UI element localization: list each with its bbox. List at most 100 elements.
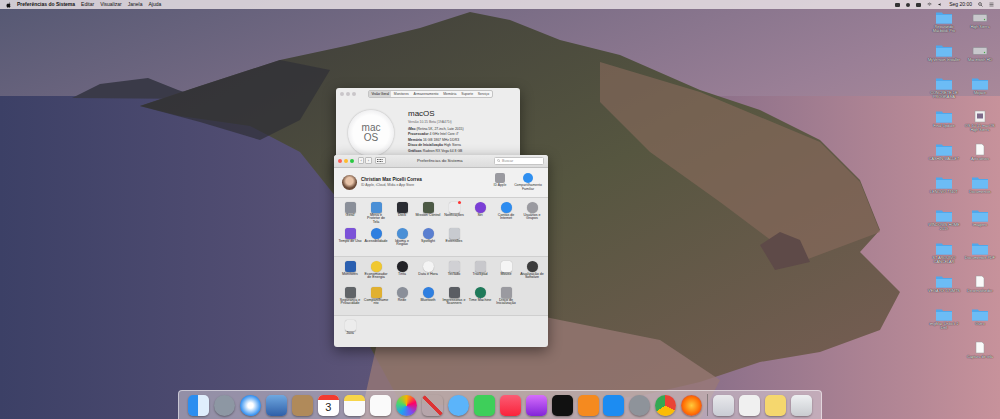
preference-pane[interactable]: Usuários e Grupos [519, 202, 545, 226]
preference-pane[interactable]: Rede [389, 287, 415, 311]
about-tab[interactable]: Memória [441, 91, 459, 97]
menu-item[interactable]: Editar [81, 1, 94, 8]
menu-clock[interactable]: Seg 20:00 [949, 1, 972, 8]
desktop-icon[interactable]: Aplicativos [962, 143, 998, 176]
window-button[interactable] [340, 92, 344, 96]
desktop-icon[interactable]: Documentos PDF [962, 242, 998, 275]
desktop-icon[interactable]: LENOVO T740T [926, 176, 962, 209]
dock-app-icon[interactable] [344, 395, 365, 416]
menu-item[interactable]: Janela [128, 1, 143, 8]
preference-pane[interactable]: Atualização de Software [519, 261, 545, 285]
dock-app-icon[interactable] [188, 395, 209, 416]
desktop-icon[interactable]: WINDOWS HOME 2019 [926, 209, 962, 242]
search-field[interactable]: Buscar [494, 157, 544, 165]
about-tab[interactable]: Monitores [391, 91, 411, 97]
account-item[interactable]: Compartilhamento Familiar [516, 173, 540, 191]
desktop-icon[interactable]: CASHIN WALLET [926, 143, 962, 176]
preference-pane[interactable]: Tinta [389, 261, 415, 285]
dock-app-icon[interactable] [578, 395, 599, 416]
dock-app-icon[interactable] [739, 395, 760, 416]
preference-pane[interactable]: Spotlight [415, 228, 441, 252]
preference-pane[interactable]: Geral [337, 202, 363, 226]
desktop-icon[interactable]: OS 10.15 macOS High Sierra [962, 110, 998, 143]
preference-pane[interactable]: Economizador de Energia [363, 261, 389, 285]
dock-app-icon[interactable] [655, 395, 676, 416]
preference-pane[interactable]: Data e Hora [415, 261, 441, 285]
dock-app-icon[interactable] [791, 395, 812, 416]
preference-pane[interactable]: Compartilhamento [363, 287, 389, 311]
desktop-icon[interactable]: Reparando Macbook Pro [926, 11, 962, 44]
dock-app-icon[interactable] [603, 395, 624, 416]
dock-app-icon[interactable] [526, 395, 547, 416]
dock-app-icon[interactable] [713, 395, 734, 416]
about-tab[interactable]: Suporte [459, 91, 476, 97]
menu-item[interactable]: Ajuda [148, 1, 161, 8]
show-all-button[interactable] [375, 157, 386, 164]
dock-app-icon[interactable] [370, 395, 391, 416]
menu-item[interactable]: Visualizar [100, 1, 122, 8]
window-button[interactable] [352, 92, 356, 96]
about-tab[interactable]: Visão Geral [369, 91, 391, 97]
window-button[interactable] [346, 92, 350, 96]
dock-app-icon[interactable] [240, 395, 261, 416]
dock-app-icon[interactable] [629, 395, 650, 416]
dock-app-icon[interactable] [214, 395, 235, 416]
desktop-icon[interactable]: ST ARQUIVO CANCELAR [926, 242, 962, 275]
desktop-icon[interactable]: Mojave [962, 77, 998, 110]
nav-button[interactable]: ‹ [358, 157, 364, 164]
dock-app-icon[interactable] [396, 395, 417, 416]
screen-icon[interactable] [895, 3, 900, 7]
desktop-icon[interactable]: imgMac Unlock 2 Dell [926, 308, 962, 341]
preference-pane[interactable]: Segurança e Privacidade [337, 287, 363, 311]
apple-icon[interactable] [6, 2, 11, 8]
desktop-icon[interactable]: Desenvolvedor [962, 275, 998, 308]
dock-app-icon[interactable] [292, 395, 313, 416]
desktop-icon[interactable]: VEGA RX 570MTS [926, 275, 962, 308]
preference-pane[interactable]: Time Machine [467, 287, 493, 311]
preference-pane[interactable]: Tempo de Uso [337, 228, 363, 252]
preference-pane[interactable]: Siri [467, 202, 493, 226]
window-button[interactable] [338, 159, 342, 163]
preference-pane[interactable]: Impressoras e Scanners [441, 287, 467, 311]
preference-pane[interactable]: Java [337, 320, 363, 344]
desktop-icon[interactable]: Documentos [962, 176, 998, 209]
preference-pane[interactable]: Trackpad [467, 261, 493, 285]
preference-pane[interactable]: Contas de Internet [493, 202, 519, 226]
user-row[interactable]: Christian Max Picelli Correa ID Apple, i… [334, 168, 548, 198]
desktop-icon[interactable]: Macintosh HD [962, 44, 998, 77]
preference-pane[interactable]: Notificações [441, 202, 467, 226]
desktop-icon[interactable]: Imagens [962, 209, 998, 242]
preference-pane[interactable]: Mouse [493, 261, 519, 285]
desktop-icon[interactable]: High Sierra [962, 11, 998, 44]
desktop-icon[interactable]: Final Update [926, 110, 962, 143]
window-button[interactable] [344, 159, 348, 163]
dock-app-icon[interactable] [765, 395, 786, 416]
volume-icon[interactable] [938, 2, 943, 7]
preference-pane[interactable]: Acessibilidade [363, 228, 389, 252]
dock-app-icon[interactable] [552, 395, 573, 416]
preference-pane[interactable]: Teclado [441, 261, 467, 285]
preference-pane[interactable]: Dock [389, 202, 415, 226]
wifi-icon[interactable] [927, 2, 932, 7]
spotlight-icon[interactable] [978, 2, 983, 7]
notification-center-icon[interactable] [989, 2, 994, 7]
about-tab[interactable]: Serviço [475, 91, 491, 97]
dock-app-icon[interactable] [681, 395, 702, 416]
dock-app-icon[interactable] [500, 395, 521, 416]
desktop-icon[interactable]: CONCRETE DE PROGRAMA [926, 77, 962, 110]
avatar-icon[interactable] [342, 175, 357, 190]
bluetooth-icon[interactable] [916, 3, 921, 7]
desktop-icon[interactable]: MyVersion Installer [926, 44, 962, 77]
dock-app-icon[interactable] [474, 395, 495, 416]
sync-icon[interactable] [906, 3, 910, 7]
dock-app-icon[interactable] [422, 395, 443, 416]
dock-app-icon[interactable] [448, 395, 469, 416]
preference-pane[interactable]: Bluetooth [415, 287, 441, 311]
system-preferences-window[interactable]: ‹› Preferências do Sistema Buscar Christ… [334, 155, 548, 347]
preference-pane[interactable]: Idioma e Região [389, 228, 415, 252]
account-item[interactable]: ID Apple [488, 173, 512, 191]
desktop-icon[interactable]: Captura de tela [962, 341, 998, 374]
menu-app-name[interactable]: Preferências do Sistema [17, 1, 75, 8]
preference-pane[interactable]: Mission Control [415, 202, 441, 226]
preference-pane[interactable]: Mesa e Protetor de Tela [363, 202, 389, 226]
